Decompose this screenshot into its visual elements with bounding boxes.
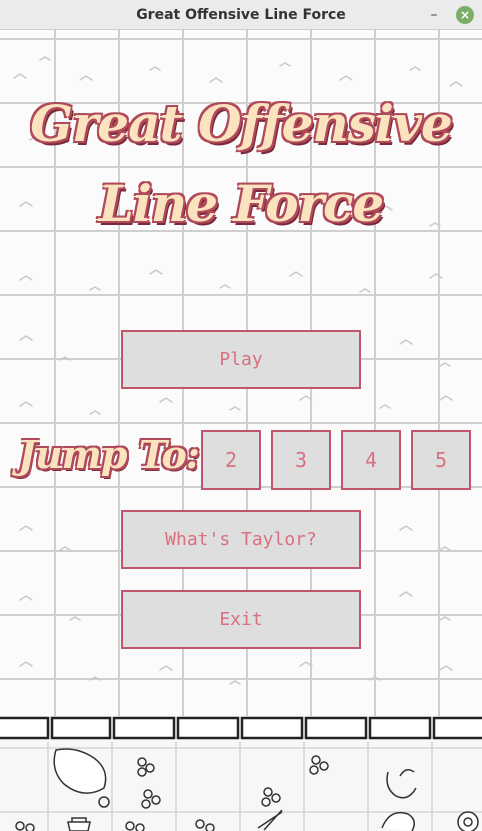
level-2-button[interactable]: 2	[201, 430, 261, 490]
whats-taylor-button[interactable]: What's Taylor?	[121, 510, 361, 569]
minimize-icon[interactable]: –	[426, 6, 442, 24]
window-title: Great Offensive Line Force	[136, 7, 346, 23]
ground-strip	[0, 716, 482, 831]
game-canvas: Great Offensive Line Force Play Jump To:…	[0, 30, 482, 831]
exit-button[interactable]: Exit	[121, 590, 361, 649]
close-icon[interactable]: ×	[456, 6, 474, 24]
jump-to-label: Jump To:	[18, 432, 200, 477]
play-button[interactable]: Play	[121, 330, 361, 389]
level-5-button[interactable]: 5	[411, 430, 471, 490]
game-title-line-2: Line Force	[98, 174, 384, 233]
level-4-button[interactable]: 4	[341, 430, 401, 490]
window-titlebar: Great Offensive Line Force – ×	[0, 0, 482, 30]
level-3-button[interactable]: 3	[271, 430, 331, 490]
game-title-line-1: Great Offensive	[30, 94, 453, 153]
